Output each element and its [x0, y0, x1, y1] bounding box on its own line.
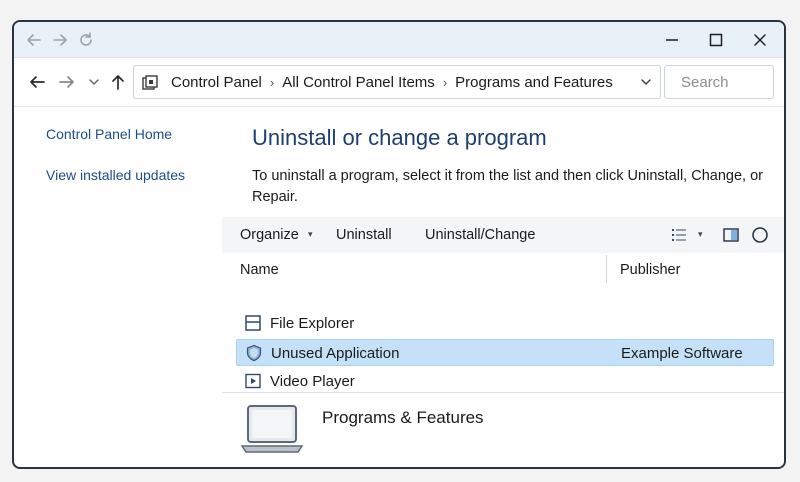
- close-icon[interactable]: [745, 28, 775, 52]
- uninstall-change-button[interactable]: Uninstall/Change: [425, 227, 535, 243]
- list-item-selected[interactable]: Unused Application Example Software: [236, 339, 774, 366]
- list-item[interactable]: Video Player: [236, 368, 774, 395]
- page-title: Uninstall or change a program: [252, 125, 547, 150]
- column-divider[interactable]: [606, 255, 607, 283]
- breadcrumb-programs-and-features[interactable]: Programs and Features: [455, 74, 613, 91]
- column-header-name[interactable]: Name: [240, 262, 279, 278]
- forward-icon[interactable]: [56, 71, 78, 93]
- organize-button[interactable]: Organize: [240, 227, 299, 243]
- play-icon: [244, 372, 262, 390]
- list-header: Name Publisher: [222, 253, 784, 285]
- laptop-icon: [240, 404, 304, 456]
- program-name: File Explorer: [270, 315, 355, 332]
- column-header-publisher[interactable]: Publisher: [620, 262, 680, 278]
- help-icon[interactable]: [751, 226, 769, 244]
- breadcrumb-all-control-panel-items[interactable]: All Control Panel Items: [282, 74, 435, 91]
- uninstall-button[interactable]: Uninstall: [336, 227, 392, 243]
- view-options-caret-icon[interactable]: ▾: [698, 229, 703, 240]
- program-publisher: Example Software: [621, 345, 743, 362]
- minimize-icon[interactable]: [657, 28, 687, 52]
- control-panel-home-link[interactable]: Control Panel Home: [46, 126, 172, 142]
- navigation-bar: Control Panel › All Control Panel Items › Pr…: [14, 59, 784, 107]
- breadcrumb-separator[interactable]: ›: [270, 75, 274, 90]
- program-name: Unused Application: [271, 345, 400, 362]
- refresh-icon[interactable]: [76, 30, 96, 50]
- preview-pane-icon[interactable]: [722, 226, 740, 244]
- organize-caret-icon[interactable]: ▾: [308, 229, 313, 240]
- window-icon: [244, 314, 262, 332]
- details-pane: Programs & Features: [222, 394, 784, 467]
- breadcrumb-control-panel[interactable]: Control Panel: [171, 74, 262, 91]
- back-icon[interactable]: [26, 71, 48, 93]
- title-bar: [14, 22, 784, 58]
- address-bar[interactable]: Control Panel › All Control Panel Items › Pr…: [133, 65, 661, 99]
- program-name: Video Player: [270, 373, 355, 390]
- search-input[interactable]: [665, 66, 773, 98]
- maximize-icon[interactable]: [701, 28, 731, 52]
- shield-icon: [245, 344, 263, 362]
- chevron-down-icon[interactable]: [638, 74, 654, 90]
- recent-locations-chevron-icon[interactable]: [83, 71, 105, 93]
- breadcrumb: Control Panel › All Control Panel Items › Pr…: [171, 74, 613, 91]
- command-bar: Organize ▾ Uninstall Uninstall/Change ▾: [222, 217, 784, 253]
- programs-and-features-window: Control Panel › All Control Panel Items › Pr…: [12, 20, 786, 469]
- details-title: Programs & Features: [322, 408, 484, 427]
- list-item[interactable]: File Explorer: [236, 310, 774, 337]
- control-panel-icon: [141, 74, 159, 92]
- view-installed-updates-link[interactable]: View installed updates: [46, 167, 185, 183]
- back-arrow-icon[interactable]: [24, 30, 44, 50]
- breadcrumb-separator[interactable]: ›: [443, 75, 447, 90]
- search-box[interactable]: [664, 65, 774, 99]
- page-description: To uninstall a program, select it from t…: [252, 168, 763, 205]
- forward-arrow-icon[interactable]: [50, 30, 70, 50]
- program-list: Name Publisher File Explorer Unused Appl…: [222, 253, 784, 395]
- view-list-icon[interactable]: [670, 226, 688, 244]
- up-arrow-icon[interactable]: [107, 71, 129, 93]
